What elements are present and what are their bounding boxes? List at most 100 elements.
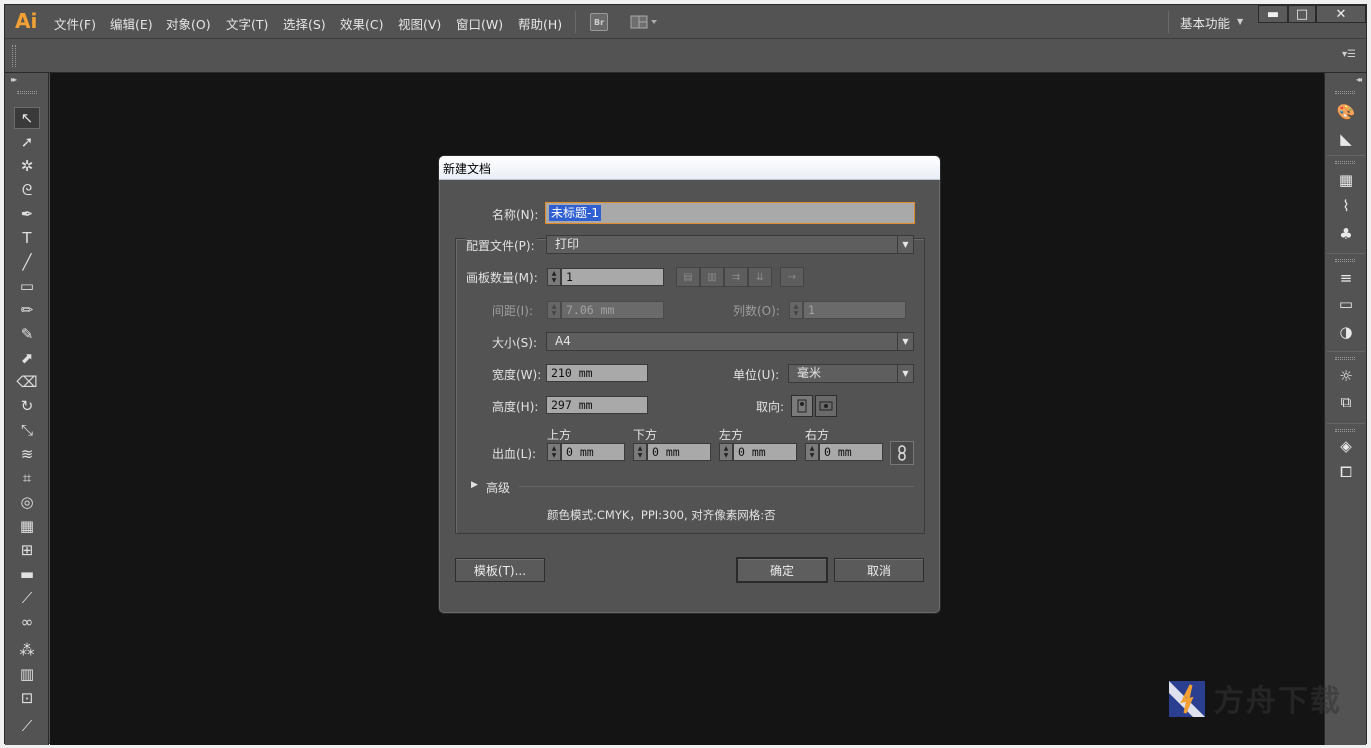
rectangle-tool[interactable]: ▭ xyxy=(14,275,40,297)
ok-button[interactable]: 确定 xyxy=(736,557,828,583)
color-guide-icon[interactable]: ◣ xyxy=(1333,128,1359,150)
bleed-top-field[interactable]: 0 mm xyxy=(561,443,625,461)
blend-icon: ∞ xyxy=(20,613,34,631)
shape-builder-tool[interactable]: ◎ xyxy=(14,491,40,513)
scale-tool[interactable]: ⤡ xyxy=(14,419,40,441)
column-graph-tool[interactable]: ▥ xyxy=(14,663,40,685)
magic-wand-tool[interactable]: ✲ xyxy=(14,155,40,177)
spacing-field[interactable]: 7.06 mm xyxy=(561,301,664,319)
height-field[interactable]: 297 mm xyxy=(546,396,648,414)
pen-tool[interactable]: ✒ xyxy=(14,203,40,225)
type-tool[interactable]: T xyxy=(14,227,40,249)
tools-panel-grip[interactable] xyxy=(17,91,37,94)
pencil-tool[interactable]: ✎ xyxy=(14,323,40,345)
free-transform-tool[interactable]: ⌗ xyxy=(14,467,40,489)
units-select[interactable]: 毫米 ▼ xyxy=(788,364,914,383)
gradient-icon[interactable]: ▭ xyxy=(1333,293,1359,315)
dock-grip[interactable] xyxy=(1335,91,1355,94)
artboards-field[interactable]: 1 xyxy=(561,268,664,286)
collapse-dock-icon[interactable]: ◂◂ xyxy=(1356,75,1362,84)
stroke-icon[interactable]: ≡ xyxy=(1333,267,1359,289)
selection-icon: ↖ xyxy=(20,109,34,127)
workspace-switcher[interactable]: 基本功能 xyxy=(1180,13,1230,32)
bleed-left-stepper[interactable]: ▲ ▼ xyxy=(719,443,733,461)
panel-menu-icon[interactable]: ▾☰ xyxy=(1342,49,1356,60)
bleed-right-field[interactable]: 0 mm xyxy=(819,443,883,461)
collapse-panel-icon[interactable]: ▸▸ xyxy=(11,75,17,84)
blob-brush-tool[interactable]: ⬈ xyxy=(14,347,40,369)
appearance-icon[interactable]: ☼ xyxy=(1333,365,1359,387)
size-select[interactable]: A4 ▼ xyxy=(546,332,914,351)
rotate-tool[interactable]: ↻ xyxy=(14,395,40,417)
menu-help[interactable]: 帮助(H) xyxy=(518,14,562,33)
blend-tool[interactable]: ∞ xyxy=(14,611,40,633)
transparency-icon[interactable]: ◑ xyxy=(1333,321,1359,343)
menu-type[interactable]: 文字(T) xyxy=(226,14,268,33)
right-to-left-icon[interactable]: → xyxy=(780,267,804,287)
minimize-button[interactable]: ▬ xyxy=(1258,5,1288,23)
menu-effect[interactable]: 效果(C) xyxy=(340,14,383,33)
eraser-tool[interactable]: ⌫ xyxy=(14,371,40,393)
swatches-icon[interactable]: ▦ xyxy=(1333,169,1359,191)
eyedropper-tool[interactable]: ⟋ xyxy=(14,587,40,609)
maximize-button[interactable]: □ xyxy=(1288,5,1316,23)
menu-select[interactable]: 选择(S) xyxy=(283,14,326,33)
color-icon[interactable]: 🎨 xyxy=(1333,101,1359,123)
mesh-tool[interactable]: ⊞ xyxy=(14,539,40,561)
paintbrush-tool[interactable]: ✏ xyxy=(14,299,40,321)
cancel-button[interactable]: 取消 xyxy=(834,558,924,582)
grid-by-row-icon[interactable]: ▤ xyxy=(676,267,700,287)
bleed-bottom-field[interactable]: 0 mm xyxy=(647,443,711,461)
bleed-bottom-stepper[interactable]: ▲ ▼ xyxy=(633,443,647,461)
menu-window[interactable]: 窗口(W) xyxy=(456,14,503,33)
templates-button[interactable]: 模板(T)... xyxy=(455,558,545,582)
columns-stepper[interactable]: ▲ ▼ xyxy=(789,301,803,319)
bridge-button[interactable]: Br xyxy=(590,13,608,31)
menu-file[interactable]: 文件(F) xyxy=(54,14,96,33)
menu-view[interactable]: 视图(V) xyxy=(398,14,441,33)
name-field[interactable]: 未标题-1 xyxy=(545,202,915,224)
bleed-top-stepper[interactable]: ▲ ▼ xyxy=(547,443,561,461)
width-field[interactable]: 210 mm xyxy=(546,364,648,382)
dock-grip[interactable] xyxy=(1335,161,1355,164)
close-button[interactable]: ✕ xyxy=(1316,5,1366,23)
layers-icon[interactable]: ◈ xyxy=(1333,435,1359,457)
bleed-right-stepper[interactable]: ▲ ▼ xyxy=(805,443,819,461)
spacing-stepper[interactable]: ▲ ▼ xyxy=(547,301,561,319)
menu-object[interactable]: 对象(O) xyxy=(166,14,211,33)
grid-by-column-icon[interactable]: ▥ xyxy=(700,267,724,287)
portrait-orientation-button[interactable] xyxy=(791,395,813,417)
line-tool[interactable]: ╱ xyxy=(14,251,40,273)
chevron-down-icon[interactable]: ▼ xyxy=(1237,17,1243,26)
gradient-tool[interactable]: ▬ xyxy=(14,563,40,585)
direct-selection-tool[interactable]: ➚ xyxy=(14,131,40,153)
graphic-styles-icon[interactable]: ⧉ xyxy=(1333,391,1359,413)
menu-edit[interactable]: 编辑(E) xyxy=(110,14,153,33)
artboards-stepper[interactable]: ▲ ▼ xyxy=(547,268,561,286)
dialog-titlebar[interactable]: 新建文档 xyxy=(439,156,940,180)
link-bleed-button[interactable] xyxy=(890,441,914,465)
symbol-sprayer-tool[interactable]: ⁂ xyxy=(14,639,40,661)
profile-select[interactable]: 打印 ▼ xyxy=(546,235,914,254)
arrange-by-column-icon[interactable]: ⇊ xyxy=(748,267,772,287)
perspective-grid-tool[interactable]: ▦ xyxy=(14,515,40,537)
landscape-orientation-button[interactable] xyxy=(815,395,837,417)
warp-tool[interactable]: ≋ xyxy=(14,443,40,465)
artboard-tool[interactable]: ⊡ xyxy=(14,687,40,709)
arrange-documents-button[interactable] xyxy=(628,12,660,32)
lasso-tool[interactable]: ᘓ xyxy=(14,179,40,201)
brushes-icon[interactable]: ⌇ xyxy=(1333,195,1359,217)
advanced-toggle[interactable]: 高级 xyxy=(486,479,510,496)
artboards-icon[interactable]: ⧠ xyxy=(1333,461,1359,483)
columns-field[interactable]: 1 xyxy=(803,301,906,319)
arrange-by-row-icon[interactable]: ⇉ xyxy=(724,267,748,287)
bleed-left-field[interactable]: 0 mm xyxy=(733,443,797,461)
slice-tool[interactable]: ⟋ xyxy=(14,715,40,737)
expand-triangle-icon[interactable]: ▶ xyxy=(471,480,478,490)
dock-grip[interactable] xyxy=(1335,429,1355,432)
selection-tool[interactable]: ↖ xyxy=(14,107,40,129)
symbols-icon[interactable]: ♣ xyxy=(1333,223,1359,245)
dock-grip[interactable] xyxy=(1335,357,1355,360)
dock-grip[interactable] xyxy=(1335,259,1355,262)
control-bar-grip[interactable] xyxy=(12,45,16,67)
